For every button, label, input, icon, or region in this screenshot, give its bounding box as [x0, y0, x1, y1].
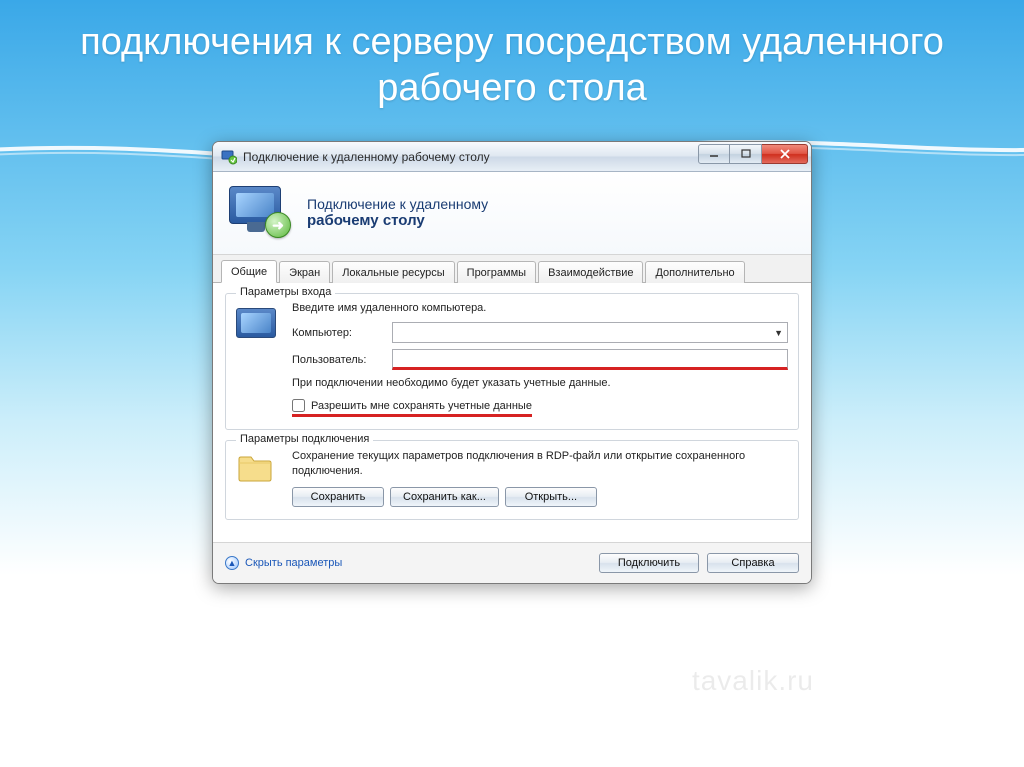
username-input[interactable]	[392, 349, 788, 370]
close-button[interactable]	[762, 144, 808, 164]
save-credentials-label: Разрешить мне сохранять учетные данные	[311, 400, 532, 412]
tab-local-resources[interactable]: Локальные ресурсы	[332, 261, 454, 283]
rdp-monitor-icon: ➜	[229, 186, 293, 238]
window-title: Подключение к удаленному рабочему столу	[243, 150, 490, 164]
tab-experience[interactable]: Взаимодействие	[538, 261, 643, 283]
help-button[interactable]: Справка	[707, 553, 799, 573]
connect-button[interactable]: Подключить	[599, 553, 699, 573]
rdp-app-icon	[221, 149, 237, 165]
maximize-button[interactable]	[730, 144, 762, 164]
open-button[interactable]: Открыть...	[505, 487, 597, 507]
save-button[interactable]: Сохранить	[292, 487, 384, 507]
connection-note: Сохранение текущих параметров подключени…	[292, 449, 788, 479]
save-as-button[interactable]: Сохранить как...	[390, 487, 499, 507]
header-line1: Подключение к удаленному	[307, 196, 488, 212]
slide-title: подключения к серверу посредством удален…	[0, 20, 1024, 111]
tab-general[interactable]: Общие	[221, 260, 277, 283]
computer-icon	[236, 302, 280, 417]
user-label: Пользователь:	[292, 354, 382, 366]
rdp-window: Подключение к удаленному рабочему столу …	[212, 141, 812, 584]
chevron-down-icon: ▼	[774, 328, 783, 338]
titlebar[interactable]: Подключение к удаленному рабочему столу	[213, 142, 811, 172]
header-banner: ➜ Подключение к удаленному рабочему стол…	[213, 172, 811, 254]
tab-strip: Общие Экран Локальные ресурсы Программы …	[213, 254, 811, 282]
watermark-text: tavalik.ru	[692, 665, 814, 697]
folder-icon	[236, 449, 280, 507]
header-line2: рабочему столу	[307, 212, 488, 229]
hide-options-link[interactable]: ▲ Скрыть параметры	[225, 556, 342, 570]
computer-label: Компьютер:	[292, 327, 382, 339]
computer-combobox[interactable]: ▼	[392, 322, 788, 343]
connection-legend: Параметры подключения	[236, 433, 373, 445]
tab-advanced[interactable]: Дополнительно	[645, 261, 744, 283]
credentials-note: При подключении необходимо будет указать…	[292, 376, 788, 391]
tab-display[interactable]: Экран	[279, 261, 330, 283]
login-legend: Параметры входа	[236, 286, 335, 298]
collapse-arrow-icon: ▲	[225, 556, 239, 570]
login-settings-group: Параметры входа Введите имя удаленного к…	[225, 293, 799, 430]
login-instruction: Введите имя удаленного компьютера.	[292, 302, 788, 314]
minimize-button[interactable]	[698, 144, 730, 164]
connection-settings-group: Параметры подключения Сохранение текущих…	[225, 440, 799, 520]
tab-programs[interactable]: Программы	[457, 261, 536, 283]
save-credentials-checkbox[interactable]	[292, 399, 305, 412]
